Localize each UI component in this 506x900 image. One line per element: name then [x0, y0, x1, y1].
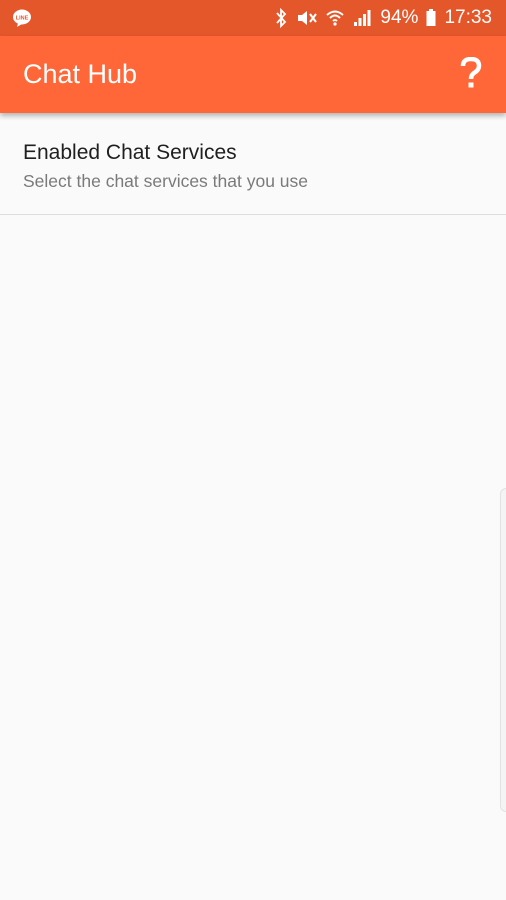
help-button[interactable] [454, 56, 488, 94]
battery-percent: 94% [380, 7, 419, 28]
bluetooth-icon [274, 8, 288, 28]
app-title: Chat Hub [23, 59, 138, 89]
clock: 17:33 [444, 7, 492, 28]
enabled-chat-services-item[interactable]: Enabled Chat Services Select the chat se… [0, 113, 506, 215]
status-icons: 94% 17:33 [274, 0, 492, 36]
question-mark-icon [460, 56, 482, 94]
status-bar: LINE 94% 17:33 [0, 0, 506, 36]
wifi-icon [326, 8, 345, 28]
battery-icon [426, 8, 436, 28]
mute-icon [296, 8, 318, 28]
signal-icon [352, 8, 372, 28]
app-bar: Chat Hub [0, 36, 506, 113]
line-app-icon: LINE [12, 8, 32, 28]
edge-panel-handle[interactable] [500, 488, 506, 812]
svg-text:LINE: LINE [16, 16, 29, 22]
preference-summary: Select the chat services that you use [23, 171, 309, 191]
preference-title: Enabled Chat Services [23, 141, 237, 164]
